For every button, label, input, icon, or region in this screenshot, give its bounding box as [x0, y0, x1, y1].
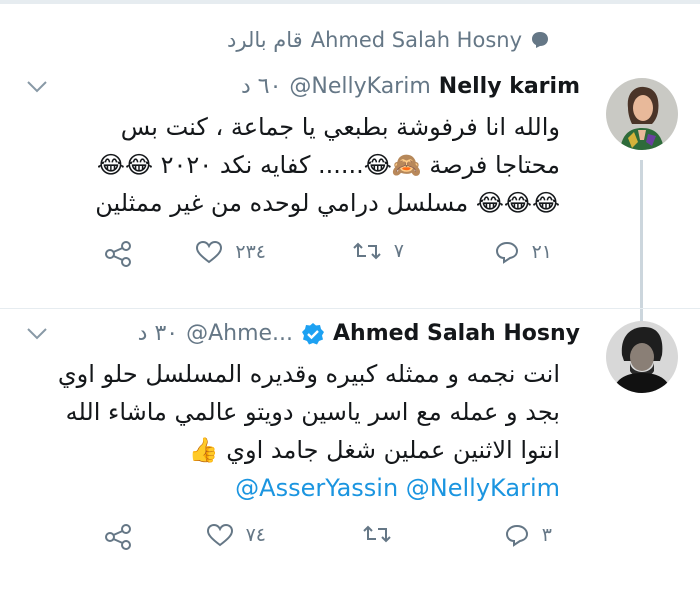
verified-badge-icon: [302, 322, 325, 344]
heart-icon: [206, 523, 233, 547]
chevron-down-icon[interactable]: [26, 80, 48, 94]
tweet-line: بجد و عمله مع اسر ياسين دويتو عالمي ماشا…: [65, 398, 560, 426]
share-icon: [105, 241, 131, 267]
author-name[interactable]: Nelly karim: [439, 74, 580, 99]
mention-links[interactable]: @AsserYassin @NellyKarim: [235, 474, 560, 502]
reply-notice[interactable]: Ahmed Salah Hosny قام بالرد: [227, 28, 550, 52]
speech-bubble-icon: [532, 32, 548, 48]
retweet-button[interactable]: ٧: [352, 240, 404, 262]
tweet-line: انت نجمه و ممثله كبيره وقديره المسلسل حل…: [57, 360, 560, 388]
reply-count: ٣: [541, 524, 552, 546]
reply-icon: [505, 524, 528, 547]
like-count: ٢٣٤: [235, 241, 266, 263]
retweet-button[interactable]: [362, 523, 404, 545]
retweet-icon: [353, 242, 381, 260]
author-name[interactable]: Ahmed Salah Hosny: [333, 321, 580, 346]
reply-icon: [495, 241, 518, 264]
share-button[interactable]: [104, 240, 134, 268]
tweet-body: والله انا فرفوشة بطبعي يا جماعة ، كنت بس…: [40, 108, 560, 222]
heart-icon: [196, 240, 223, 264]
share-icon: [105, 524, 131, 550]
avatar-nelly[interactable]: [606, 78, 678, 150]
reply-notice-suffix: قام بالرد: [227, 28, 303, 52]
tweet-time[interactable]: ٣٠ د: [138, 321, 178, 346]
tweet-body: انت نجمه و ممثله كبيره وقديره المسلسل حل…: [40, 355, 560, 507]
author-handle[interactable]: @Ahme...: [186, 321, 293, 346]
action-bar: ٣ ٧٤: [0, 523, 700, 553]
author-handle[interactable]: @NellyKarim: [289, 74, 430, 99]
reply-notice-user[interactable]: Ahmed Salah Hosny: [311, 28, 522, 52]
reply-button[interactable]: ٣: [504, 523, 552, 547]
tweet-header: Nelly karim @NellyKarim ٦٠ د: [241, 74, 580, 99]
tweet-time[interactable]: ٦٠ د: [241, 74, 281, 99]
action-bar: ٢١ ٧ ٢٣٤: [0, 240, 700, 270]
tweet-line: انتوا الاثنين عملين شغل جامد اوي 👍: [188, 436, 560, 464]
reply-button[interactable]: ٢١: [494, 240, 552, 264]
tweet-line: محتاجا فرصة 🙈😂...... كفايه نكد ٢٠٢٠ 😂😂: [96, 151, 560, 179]
like-button[interactable]: ٢٣٤: [195, 240, 266, 264]
share-button[interactable]: [104, 523, 134, 551]
tweet-ahmed[interactable]: Ahmed Salah Hosny @Ahme... ٣٠ د انت نجمه…: [0, 308, 700, 590]
tweet-line: 😂😂😂 مسلسل درامي لوحده من غير ممثلين: [95, 189, 560, 217]
tweet-line: والله انا فرفوشة بطبعي يا جماعة ، كنت بس: [120, 113, 560, 141]
tweet-nelly[interactable]: Nelly karim @NellyKarim ٦٠ د والله انا ف…: [0, 62, 700, 370]
like-count: ٧٤: [245, 524, 266, 546]
like-button[interactable]: ٧٤: [206, 523, 266, 547]
retweet-count: ٧: [393, 240, 404, 262]
retweet-icon: [363, 525, 391, 543]
avatar-ahmed[interactable]: [606, 321, 678, 393]
chevron-down-icon[interactable]: [26, 327, 48, 341]
tweet-header: Ahmed Salah Hosny @Ahme... ٣٠ د: [138, 321, 580, 346]
top-border: [0, 0, 700, 4]
reply-count: ٢١: [531, 241, 552, 263]
